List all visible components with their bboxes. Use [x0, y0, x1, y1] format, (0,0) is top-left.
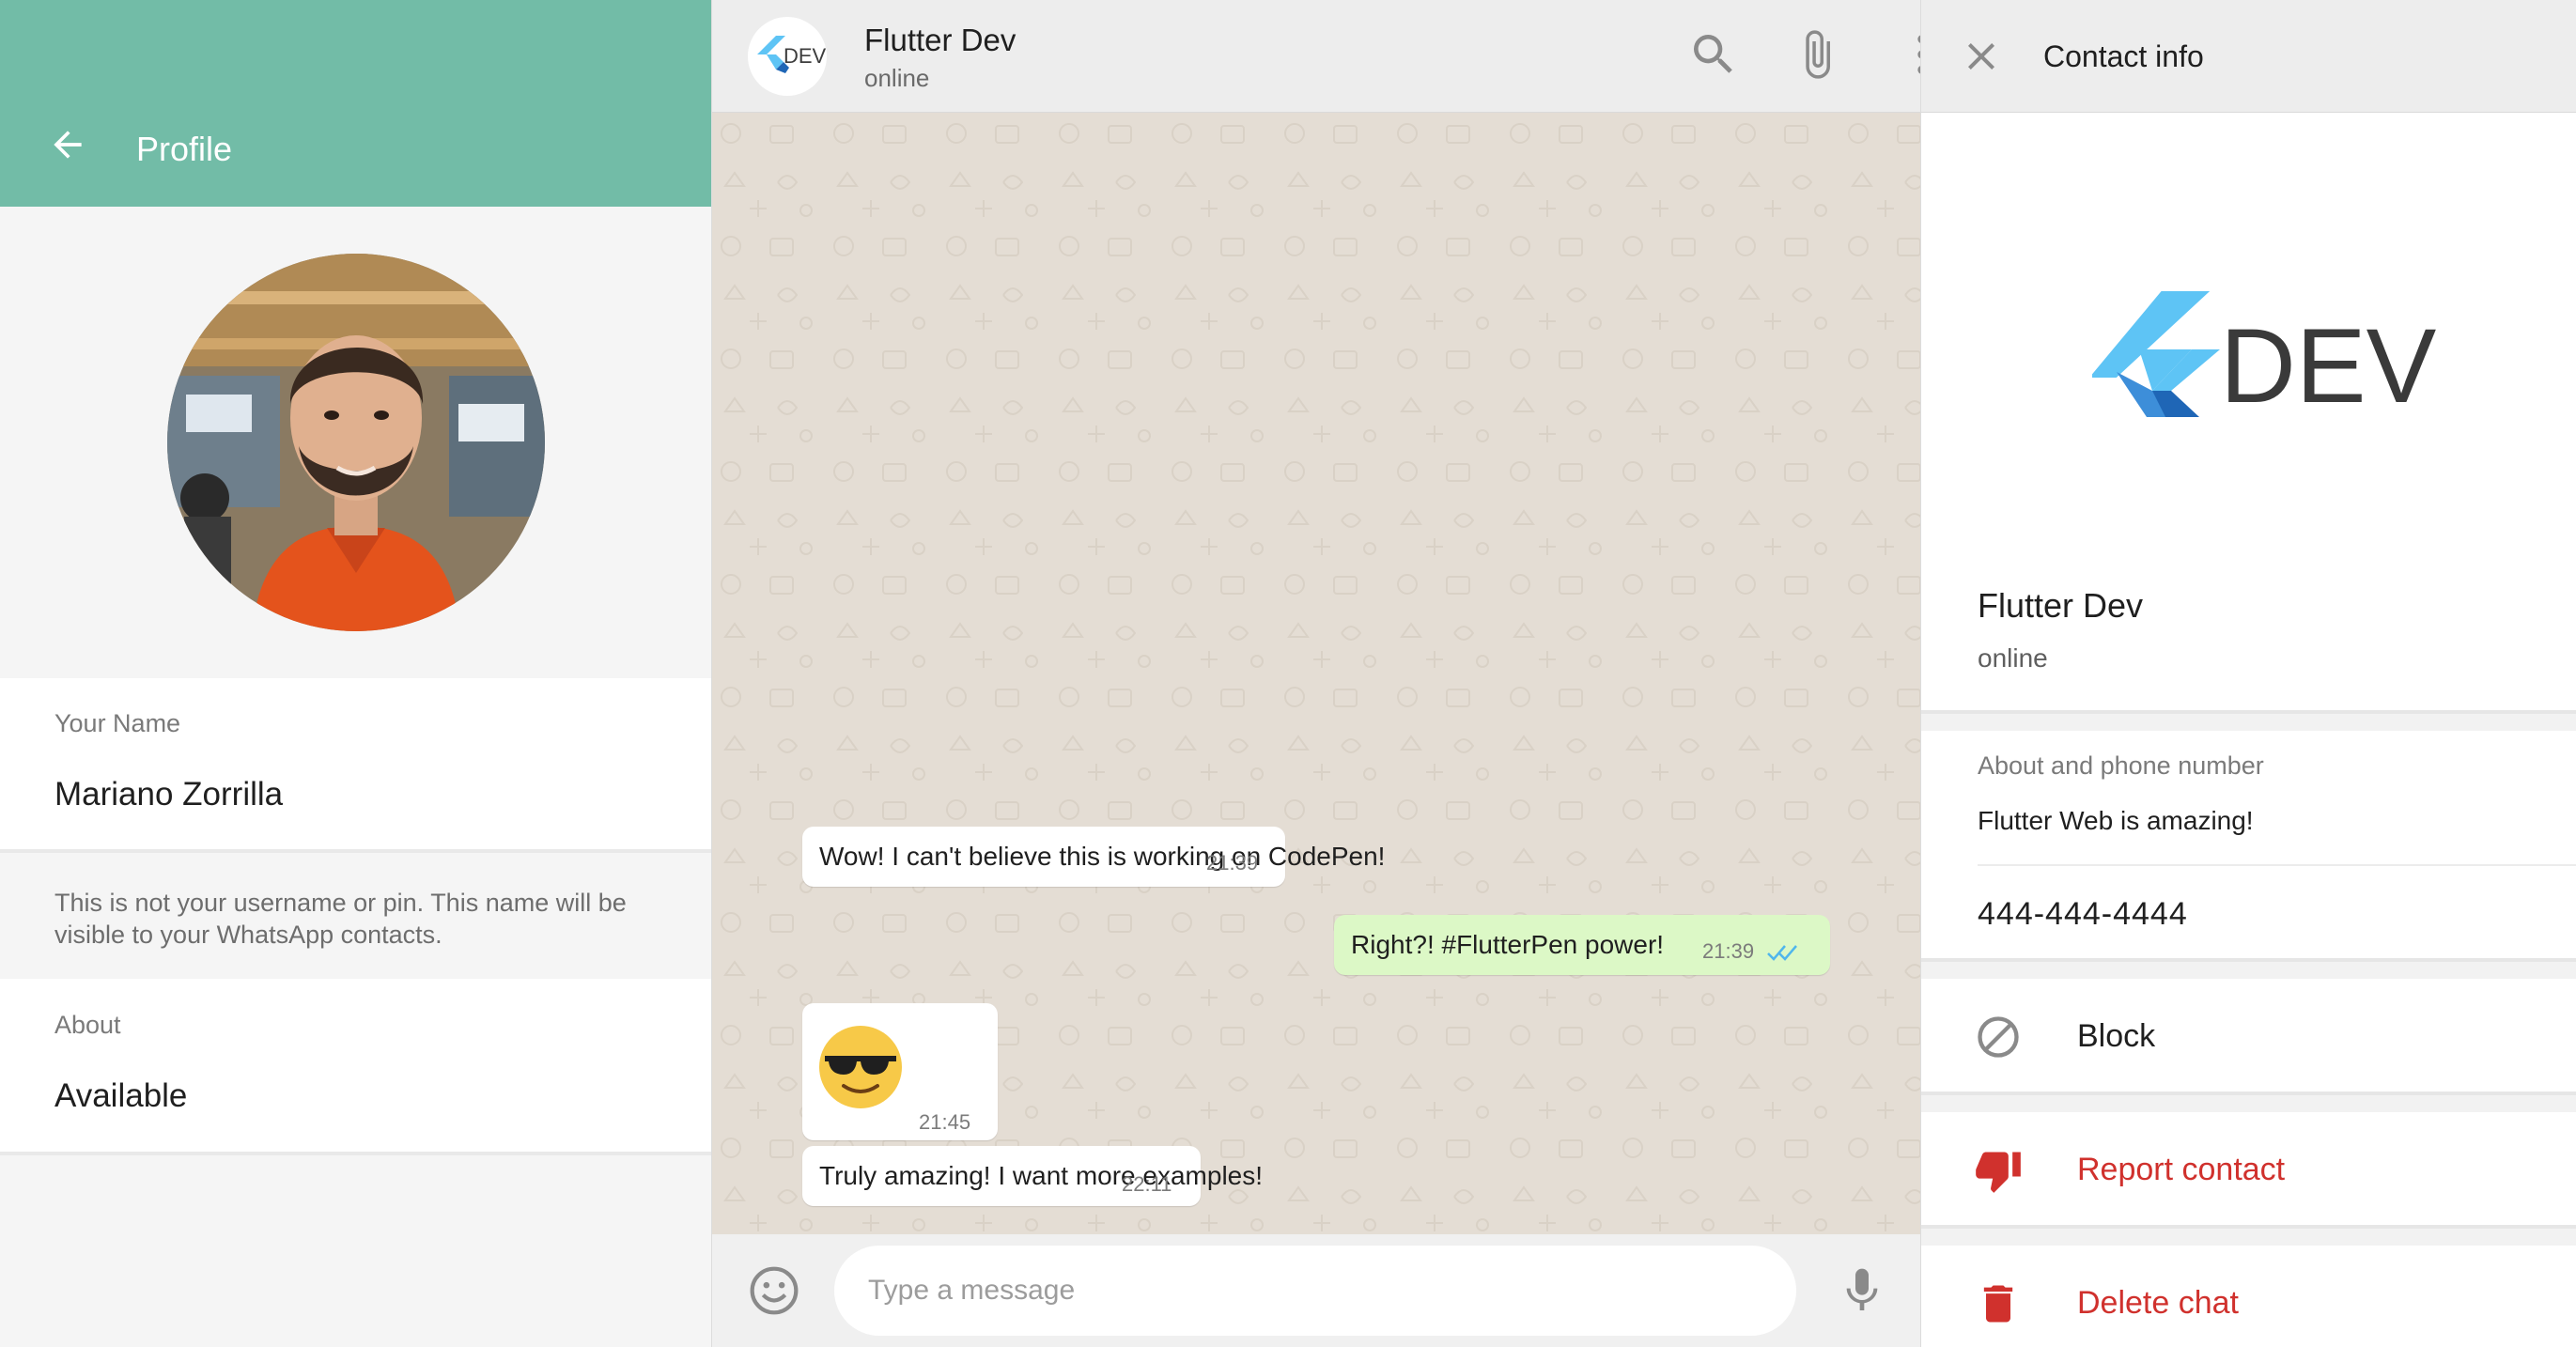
trash-icon	[1983, 1285, 2013, 1323]
message-text: Wow! I can't believe this is working on …	[819, 842, 1386, 871]
report-contact-label: Report contact	[2077, 1152, 2286, 1187]
about-card: About Available	[0, 979, 711, 1155]
chat-avatar[interactable]: DEV	[748, 17, 827, 96]
phone-number[interactable]: 444-444-4444	[1978, 896, 2188, 933]
profile-panel: Profile Your Name Mariano Zorrilla This …	[0, 0, 712, 1347]
message-bubble-incoming[interactable]: 21:45	[802, 1003, 998, 1140]
chat-header[interactable]: DEV Flutter Dev online	[712, 0, 1927, 113]
search-icon[interactable]	[1687, 28, 1740, 81]
logo-text: DEV	[2220, 307, 2436, 425]
chat-contact-name: Flutter Dev	[864, 23, 1016, 57]
microphone-icon[interactable]	[1836, 1264, 1888, 1317]
double-check-icon	[1767, 945, 1797, 961]
about-phone-section: About and phone number Flutter Web is am…	[1921, 731, 2576, 962]
profile-avatar[interactable]	[166, 254, 545, 631]
smiley-icon[interactable]	[748, 1264, 800, 1317]
block-icon	[1978, 1016, 2019, 1058]
message-composer	[712, 1234, 1920, 1347]
contact-info-panel: Contact info DEV Flutter Dev online Abou…	[1920, 0, 2576, 1347]
contact-summary: DEV Flutter Dev online	[1921, 113, 2576, 714]
contact-info-header: Contact info	[1921, 0, 2576, 113]
paperclip-icon[interactable]	[1791, 28, 1843, 81]
delete-chat-button[interactable]: Delete chat	[1921, 1246, 2576, 1347]
contact-name: Flutter Dev	[1978, 586, 2144, 625]
block-button[interactable]: Block	[1921, 979, 2576, 1095]
contact-info-title: Contact info	[2043, 39, 2204, 73]
delete-chat-label: Delete chat	[2077, 1285, 2239, 1321]
profile-header: Profile	[0, 0, 711, 207]
divider	[1978, 864, 2576, 866]
about-phone-label: About and phone number	[1978, 751, 2264, 780]
message-text: Right?! #FlutterPen power!	[1351, 930, 1665, 959]
chat-avatar-text: DEV	[784, 44, 827, 68]
report-contact-button[interactable]: Report contact	[1921, 1112, 2576, 1229]
flutter-dev-logo: DEV	[2092, 291, 2436, 425]
thumbs-down-icon	[1976, 1152, 2021, 1193]
message-time: 21:39	[1702, 939, 1755, 963]
contact-status: online	[1978, 643, 2048, 673]
close-icon[interactable]	[1959, 34, 2004, 79]
message-input[interactable]	[834, 1246, 1796, 1336]
about-label: About	[54, 1011, 121, 1039]
message-bubble-outgoing[interactable]: Right?! #FlutterPen power! 21:39	[1334, 915, 1830, 975]
chat-contact-status: online	[864, 64, 930, 92]
chat-wallpaper: Wow! I can't believe this is working on …	[712, 113, 1920, 1234]
sunglasses-emoji-icon	[819, 1026, 902, 1108]
app-window: Profile Your Name Mariano Zorrilla This …	[0, 0, 2576, 1347]
message-time: 21:45	[919, 1110, 971, 1134]
message-bubble-incoming[interactable]: Truly amazing! I want more examples! 22:…	[802, 1146, 1263, 1206]
name-value[interactable]: Mariano Zorrilla	[54, 776, 657, 813]
block-label: Block	[2077, 1018, 2156, 1054]
message-time: 22:11	[1122, 1172, 1172, 1196]
profile-title: Profile	[136, 130, 233, 168]
name-hint: This is not your username or pin. This n…	[54, 889, 627, 949]
chat-panel: DEV Flutter Dev online Wow! I can't beli…	[712, 0, 1927, 1347]
about-text: Flutter Web is amazing!	[1978, 806, 2254, 835]
flutter-dev-logo: DEV	[757, 36, 827, 73]
message-text: Truly amazing! I want more examples!	[819, 1161, 1264, 1190]
avatar-section	[0, 207, 711, 678]
name-label: Your Name	[54, 709, 181, 737]
message-bubble-incoming[interactable]: Wow! I can't believe this is working on …	[802, 827, 1385, 887]
profile-photo	[166, 254, 545, 631]
name-card: Your Name Mariano Zorrilla	[0, 678, 711, 853]
message-time: 21:39	[1206, 851, 1259, 875]
arrow-left-icon[interactable]	[47, 124, 88, 165]
about-value[interactable]: Available	[54, 1077, 657, 1115]
